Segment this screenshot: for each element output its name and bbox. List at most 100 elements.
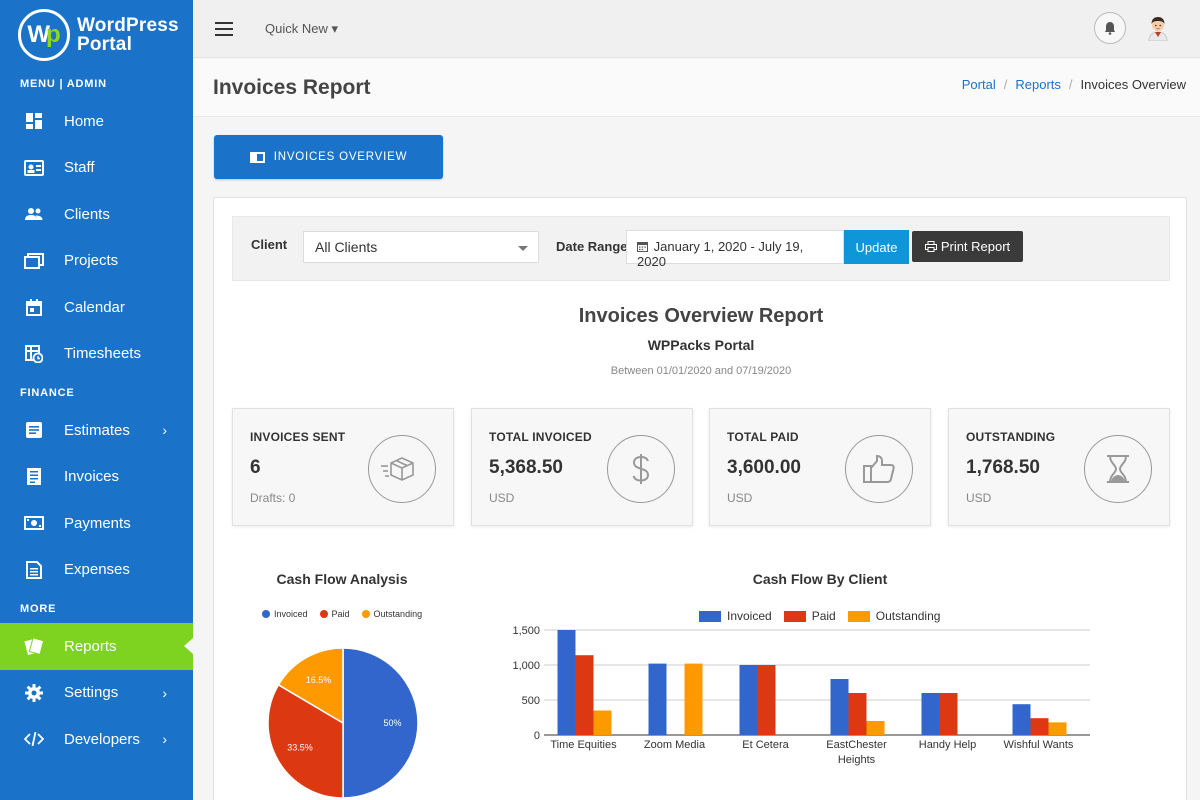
nav-section-menu: MENU | ADMIN — [20, 78, 107, 90]
pie-slice — [342, 647, 419, 798]
bar-chart: 0 500 1,000 1,500 Time Equities Zoom Media Et … — [512, 625, 1090, 766]
sidebar-item-timesheets[interactable]: Timesheets — [0, 331, 193, 378]
page-header: Invoices Report Portal / Reports / Invoices … — [193, 59, 1200, 117]
sidebar-item-payments[interactable]: Payments — [0, 500, 193, 547]
stat-title: TOTAL PAID — [727, 430, 799, 444]
bar — [684, 663, 703, 735]
stat-title: INVOICES SENT — [250, 430, 346, 444]
menu-toggle-icon[interactable] — [215, 21, 233, 36]
y-tick-label: 1,500 — [512, 625, 540, 637]
bar — [1012, 704, 1031, 735]
update-button[interactable]: Update — [844, 230, 909, 264]
sidebar-item-calendar[interactable]: Calendar — [0, 284, 193, 331]
invoices-overview-button[interactable]: INVOICES OVERVIEW — [214, 135, 443, 179]
report-subtitle: WPPacks Portal — [647, 337, 755, 353]
sidebar-item-label: Expenses — [64, 561, 130, 579]
x-tick-label: Wishful Wants — [1004, 739, 1074, 751]
y-tick-label: 500 — [522, 695, 540, 707]
bar — [557, 630, 576, 735]
invoices-overview-label: INVOICES OVERVIEW — [273, 151, 408, 163]
sidebar-item-projects[interactable]: Projects — [0, 238, 193, 285]
sidebar-item-label: Invoices — [64, 468, 120, 486]
stat-value: 3,600.00 — [727, 457, 801, 478]
gear-icon — [24, 683, 44, 703]
legend-swatch — [361, 610, 370, 618]
date-range-value: January 1, 2020 - July 19, 2020 — [637, 239, 804, 269]
id-card-icon — [24, 158, 44, 178]
sidebar-item-clients[interactable]: Clients — [0, 191, 193, 238]
stat-subtext: USD — [489, 491, 515, 505]
x-tick-label: EastChester — [826, 739, 887, 751]
sidebar-item-estimates[interactable]: Estimates › — [0, 407, 193, 454]
print-report-button[interactable]: Print Report — [912, 231, 1023, 262]
report-date-range: Between 01/01/2020 and 07/19/2020 — [610, 365, 792, 377]
x-tick-label: Handy Help — [919, 739, 976, 751]
dashboard-icon — [24, 111, 44, 131]
people-icon — [24, 204, 44, 224]
breadcrumb-separator: / — [1068, 77, 1073, 92]
book-icon — [249, 151, 265, 163]
sidebar-item-staff[interactable]: Staff — [0, 145, 193, 192]
nav-section-more: MORE — [20, 603, 57, 615]
report-icon — [24, 636, 44, 656]
stat-value: 5,368.50 — [489, 457, 563, 478]
report-title: Invoices Overview Report — [578, 305, 824, 327]
client-label: Client — [251, 237, 288, 252]
x-tick-label: Et Cetera — [742, 739, 789, 751]
sidebar-item-label: Clients — [64, 205, 110, 223]
hourglass-icon — [1084, 435, 1152, 503]
breadcrumb-portal[interactable]: Portal — [962, 77, 996, 92]
bar — [757, 665, 776, 735]
pie-slice-label: 33.5% — [287, 743, 313, 753]
quick-new-dropdown[interactable]: Quick New ▾ — [265, 21, 338, 37]
x-tick-label: Zoom Media — [644, 739, 706, 751]
breadcrumb-separator: / — [1003, 77, 1008, 92]
sidebar: Wp WordPress Portal MENU | ADMIN Home St… — [0, 0, 193, 800]
stat-total-invoiced: TOTAL INVOICED 5,368.50 USD — [471, 408, 693, 526]
filter-bar: Client All Clients Date Range January 1,… — [232, 216, 1170, 281]
bar — [739, 665, 758, 735]
sidebar-item-label: Reports — [64, 637, 117, 655]
stat-subtext: USD — [966, 491, 992, 505]
timesheet-icon — [24, 344, 44, 364]
sidebar-item-settings[interactable]: Settings › — [0, 670, 193, 717]
nav-section-finance: FINANCE — [20, 387, 75, 399]
sidebar-item-label: Estimates — [64, 421, 130, 439]
sidebar-item-reports[interactable]: Reports — [0, 623, 193, 670]
report-card: Client All Clients Date Range January 1,… — [213, 197, 1187, 800]
chevron-right-icon: › — [162, 422, 167, 439]
brand-logo[interactable]: Wp WordPress Portal — [0, 0, 193, 70]
sidebar-item-home[interactable]: Home — [0, 98, 193, 145]
caret-down-icon — [518, 246, 528, 251]
estimate-icon — [24, 420, 44, 440]
bar — [921, 693, 940, 735]
chevron-right-icon: › — [162, 731, 167, 748]
brand-name-line2: Portal — [77, 34, 133, 55]
sidebar-item-label: Developers — [64, 730, 140, 748]
date-range-input[interactable]: January 1, 2020 - July 19, 2020 — [626, 230, 844, 269]
money-icon — [24, 513, 44, 533]
bar — [848, 693, 867, 735]
sidebar-item-label: Projects — [64, 252, 119, 270]
stat-value: 1,768.50 — [966, 457, 1040, 478]
notifications-bell-icon[interactable] — [1094, 12, 1126, 44]
chevron-right-icon: › — [162, 684, 167, 701]
bar — [866, 721, 885, 735]
bar — [830, 679, 849, 735]
sidebar-item-invoices[interactable]: Invoices — [0, 454, 193, 501]
client-select[interactable]: All Clients — [303, 231, 539, 263]
y-tick-label: 0 — [534, 730, 540, 742]
bar — [593, 710, 612, 735]
client-select-value: All Clients — [315, 239, 378, 255]
printer-icon — [924, 241, 937, 252]
pie-chart: 50% 33.5% 16.5% — [267, 647, 419, 798]
bar-chart-title: Cash Flow By Client — [752, 571, 888, 587]
sidebar-item-developers[interactable]: Developers › — [0, 716, 193, 763]
breadcrumb-reports[interactable]: Reports — [1015, 77, 1061, 92]
page-title: Invoices Report — [213, 76, 371, 99]
date-range-label: Date Range — [556, 239, 628, 254]
legend-swatch — [262, 610, 270, 618]
stat-subtext: USD — [727, 491, 753, 505]
sidebar-item-expenses[interactable]: Expenses — [0, 547, 193, 594]
user-avatar[interactable] — [1146, 15, 1170, 42]
